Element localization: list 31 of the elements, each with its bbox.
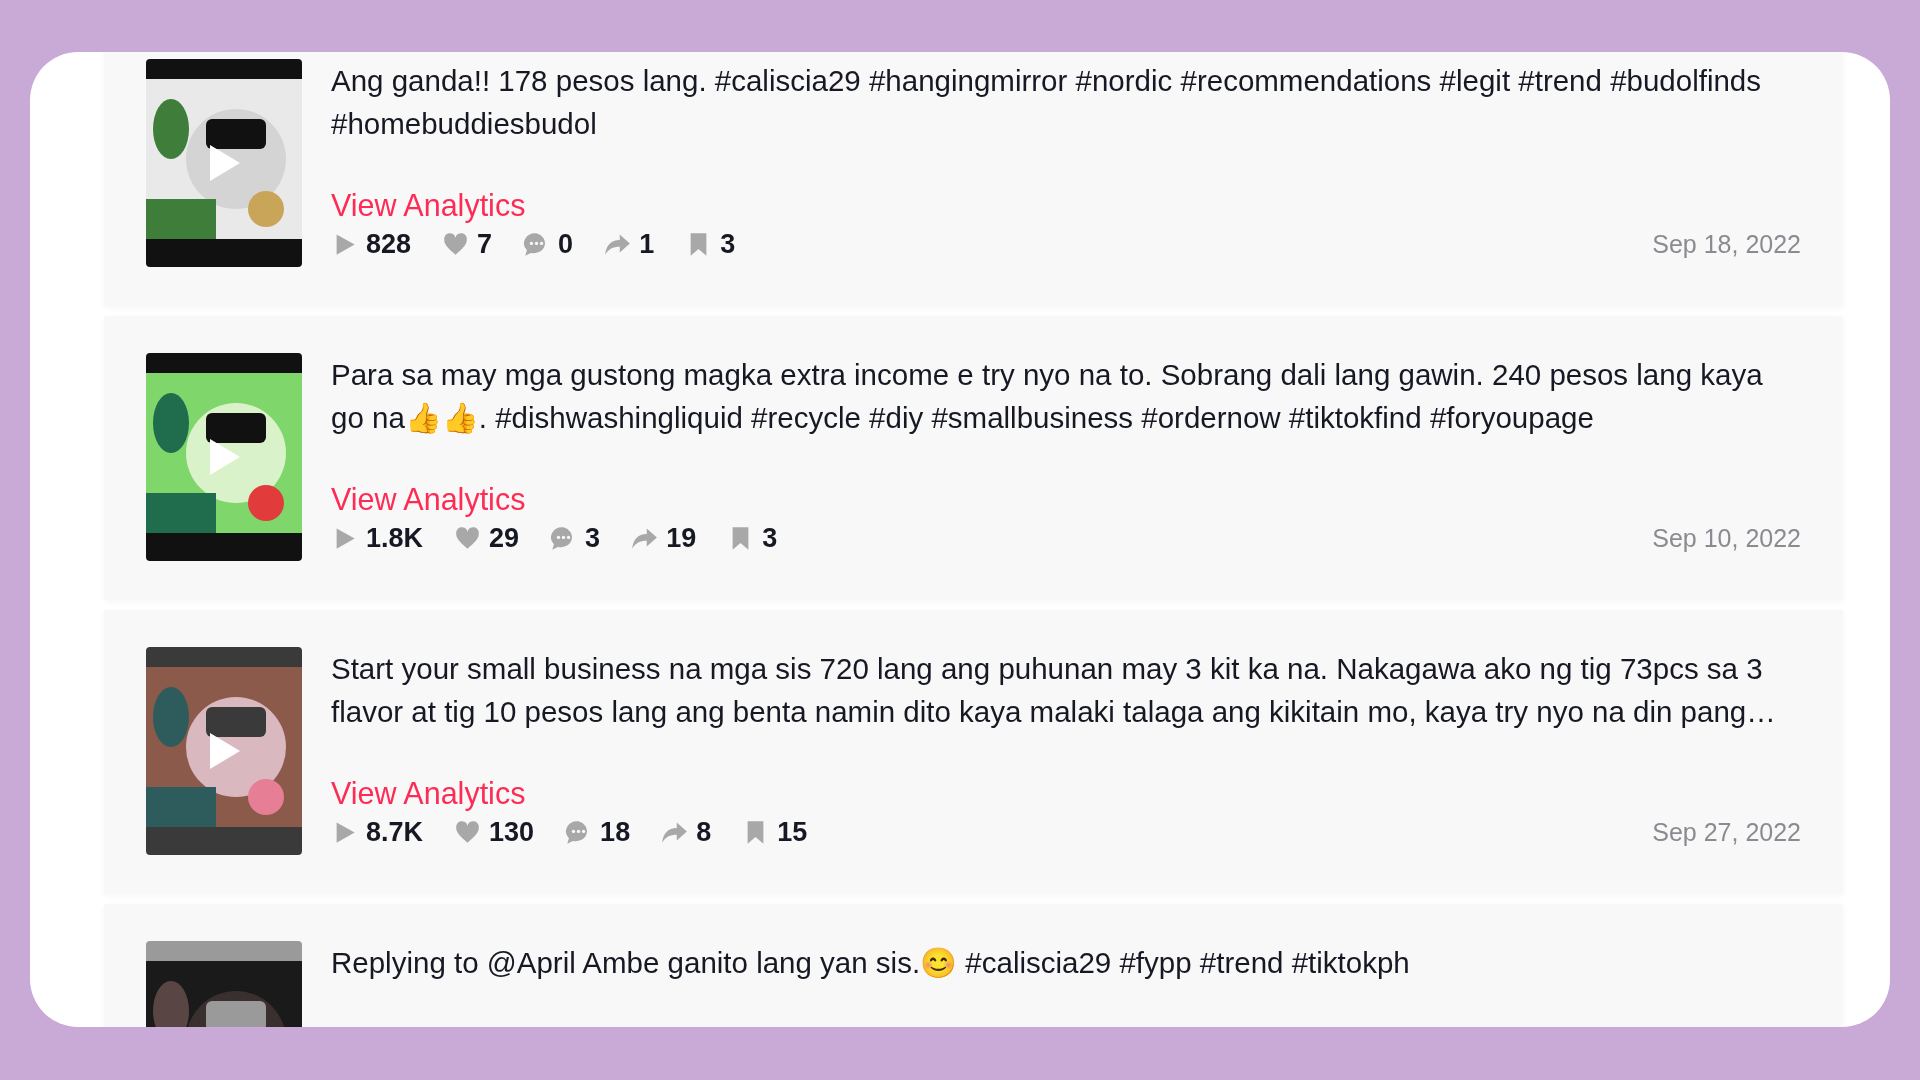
video-description: Ang ganda!! 178 pesos lang. #caliscia29 #hangingmirror #nordic #recommendations #legit #trend #budolfinds #homebuddiesbudol xyxy=(331,63,1763,142)
stat-count: 3 xyxy=(762,522,778,555)
view-analytics-link[interactable]: View Analytics xyxy=(331,481,526,517)
stat-count: 8 xyxy=(696,816,712,849)
stat-count: 0 xyxy=(558,228,574,261)
stat-count: 19 xyxy=(666,522,697,555)
stat-count: 18 xyxy=(600,816,631,849)
stat-count: 1 xyxy=(639,228,655,261)
post-date: Sep 10, 2022 xyxy=(1652,523,1801,554)
stat-count: 1.8K xyxy=(366,522,424,555)
heart-icon xyxy=(442,230,470,258)
stat-count: 3 xyxy=(585,522,601,555)
stat-count: 8.7K xyxy=(366,816,424,849)
video-description: Para sa may mga gustong magka extra income e try nyo na to. Sobrang dali lang gawin. 240 pesos lang kaya go na👍👍. #dishwashingliquid #recycle #diy #smallbusiness #ordernow #tiktokfind #foryoupage xyxy=(331,357,1764,436)
stat-count: 130 xyxy=(489,816,535,849)
view-analytics-link[interactable]: View Analytics xyxy=(331,187,526,223)
stat-count: 828 xyxy=(366,228,412,261)
stat-count: 3 xyxy=(720,228,736,261)
stat-count: 29 xyxy=(489,522,520,555)
view-analytics-link[interactable]: View Analytics xyxy=(331,775,526,811)
stat-count: 15 xyxy=(777,816,808,849)
play-icon[interactable] xyxy=(208,731,242,771)
stat-count: 7 xyxy=(477,228,493,261)
video-description: Replying to @April Ambe ganito lang yan sis.😊 #caliscia29 #fypp #trend #tiktokph xyxy=(331,945,1411,981)
video-description: Start your small business na mga sis 720 lang ang puhunan may 3 kit ka na. Nakagawa ako ng tig 73pcs sa 3 flavor at tig 10 pesos lang ang benta namin dito kaya malaki talaga ang kikitain mo, kaya try nyo na din pang… xyxy=(331,651,1777,730)
play-icon[interactable] xyxy=(208,143,242,183)
post-date: Sep 18, 2022 xyxy=(1652,229,1801,260)
heart-icon xyxy=(454,818,482,846)
post-date: Sep 27, 2022 xyxy=(1652,817,1801,848)
heart-icon xyxy=(454,524,482,552)
play-icon[interactable] xyxy=(208,437,242,477)
